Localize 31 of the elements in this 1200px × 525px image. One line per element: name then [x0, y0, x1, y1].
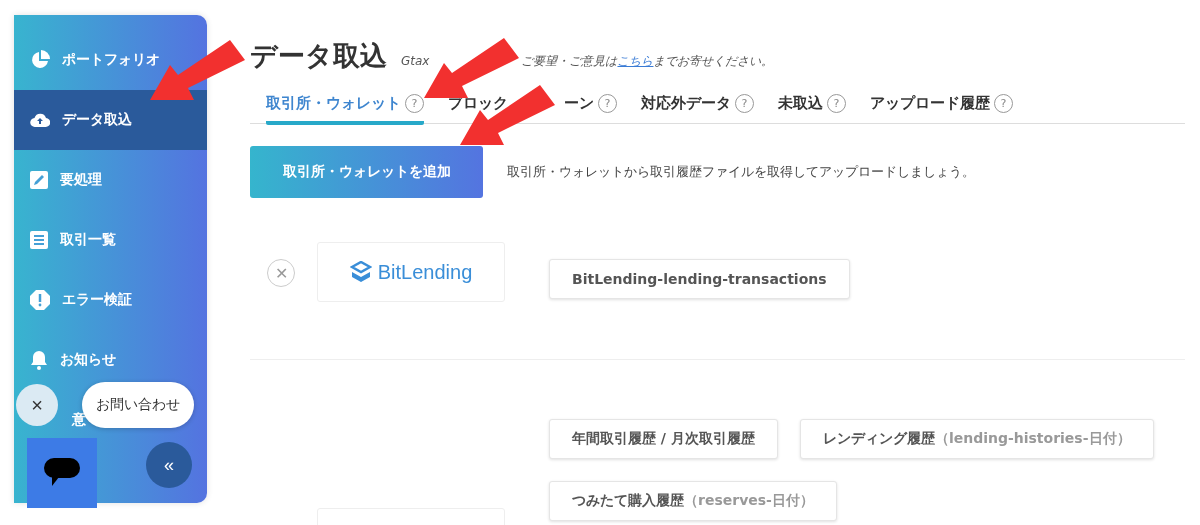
cloud-upload-icon	[30, 112, 50, 128]
file-type-button[interactable]: つみたて購入履歴（reserves-日付）	[549, 481, 837, 521]
file-type-button[interactable]: 年間取引履歴 / 月次取引履歴	[549, 419, 778, 459]
sidebar-item[interactable]: データ取込	[30, 111, 132, 129]
tab[interactable]: アップロード履歴 ?	[870, 88, 1013, 125]
feedback-note: ご要望・ご意見はこちら までお寄せください。	[521, 53, 774, 70]
list-icon	[30, 231, 48, 249]
tab[interactable]: 取引所・ウォレット ?	[266, 88, 424, 125]
sidebar-item[interactable]: ポートフォリオ	[30, 50, 160, 70]
chat-button[interactable]	[27, 438, 97, 508]
page-title: データ取込	[250, 39, 387, 73]
pencil-square-icon	[30, 171, 48, 189]
hint-text: 取引所・ウォレットから取引履歴ファイルを取得してアップロードしましょう。	[507, 163, 975, 181]
logo-text: BitLending	[377, 260, 473, 284]
file-type-button[interactable]: BitLending-lending-transactions	[549, 259, 850, 299]
feedback-link[interactable]: こちら	[617, 54, 654, 68]
sidebar-item[interactable]: 取引一覧	[30, 231, 116, 249]
sidebar-item[interactable]: 要処理	[30, 171, 102, 189]
bell-icon	[30, 350, 48, 370]
add-exchange-button[interactable]: 取引所・ウォレットを追加	[250, 146, 483, 198]
chat-icon	[44, 458, 80, 488]
sidebar-item[interactable]: エラー検証	[30, 290, 132, 310]
remove-button[interactable]: ✕	[267, 259, 295, 287]
sidebar-item[interactable]: お知らせ	[30, 350, 116, 370]
pie-chart-icon	[30, 50, 50, 70]
note-text: Gtax	[401, 54, 430, 68]
hexagon-logo-icon	[349, 261, 372, 283]
tab[interactable]: 未取込 ?	[778, 88, 846, 125]
file-type-button[interactable]: レンディング履歴（lending-histories-日付）	[799, 419, 1154, 459]
tab[interactable]: 対応外データ ?	[641, 88, 754, 125]
exclamation-icon	[30, 290, 50, 310]
